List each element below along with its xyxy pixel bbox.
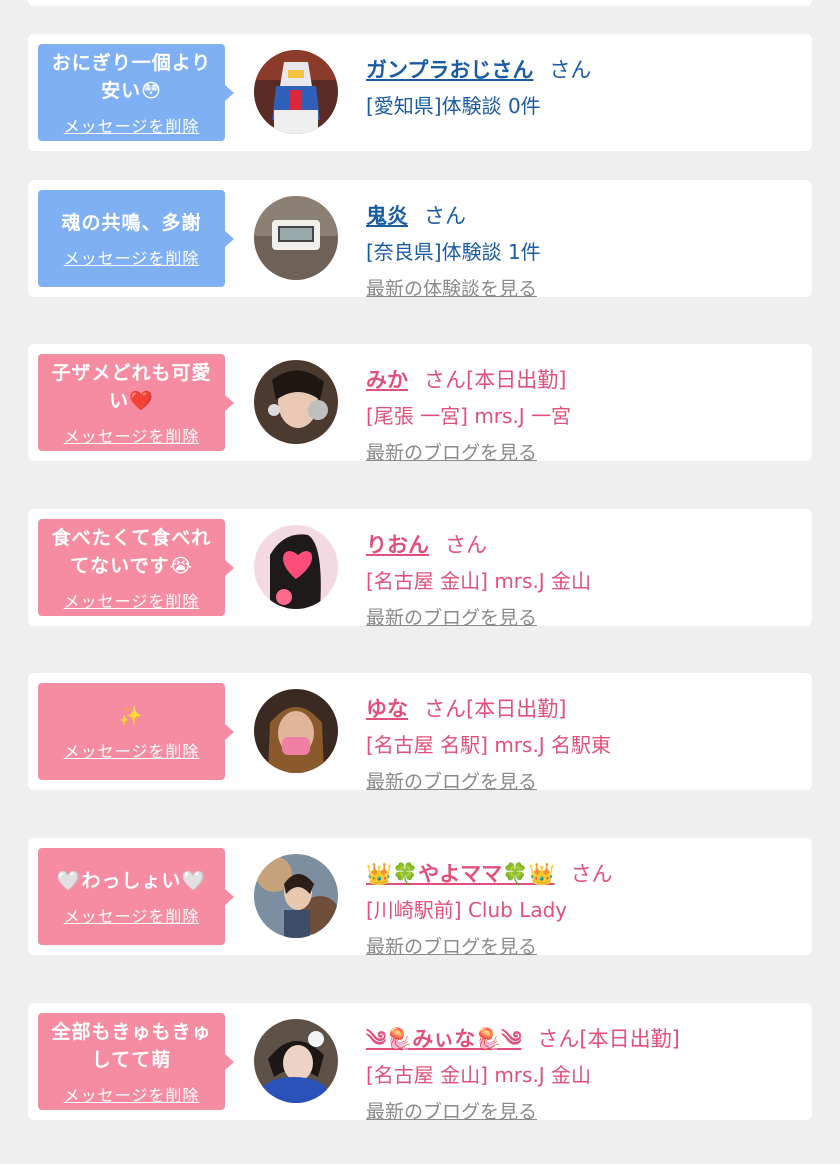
- user-info: ガンプラおじさん さん [愛知県]体験談 0件: [366, 56, 802, 120]
- user-suffix: さん: [424, 204, 466, 228]
- user-suffix: さん[本日出勤]: [537, 1027, 680, 1051]
- message-bubble: 🤍わっしょい🤍 メッセージを削除: [38, 848, 234, 945]
- message-text: 魂の共鳴、多謝: [61, 211, 202, 234]
- avatar[interactable]: [254, 1019, 338, 1103]
- user-detail: [尾張 一宮] mrs.J 一宮: [366, 404, 572, 428]
- message-text: おにぎり一個より安い😳: [51, 51, 212, 102]
- user-info: みか さん[本日出勤] [尾張 一宮] mrs.J 一宮 最新のブログを見る: [366, 366, 802, 466]
- avatar[interactable]: [254, 854, 338, 938]
- user-detail: [名古屋 金山] mrs.J 金山: [366, 1063, 592, 1087]
- user-info: 鬼炎 さん [奈良県]体験談 1件 最新の体験談を見る: [366, 202, 802, 302]
- delete-message-link[interactable]: メッセージを削除: [64, 588, 200, 612]
- previous-card-edge: [28, 0, 812, 6]
- delete-message-link[interactable]: メッセージを削除: [64, 903, 200, 927]
- message-bubble: 全部もきゅもきゅしてて萌 メッセージを削除: [38, 1013, 234, 1110]
- user-name-link[interactable]: ༄🪼みぃな🪼༄: [366, 1027, 521, 1051]
- message-card: 全部もきゅもきゅしてて萌 メッセージを削除 ༄🪼みぃな🪼༄ さん[本日出勤] [名…: [28, 1003, 812, 1123]
- user-suffix: さん[本日出勤]: [424, 368, 567, 392]
- message-card: 食べたくて食べれてないです😭 メッセージを削除 りおん さん [名古屋 金山] m…: [28, 509, 812, 629]
- latest-blog-link[interactable]: 最新のブログを見る: [366, 605, 802, 631]
- avatar[interactable]: [254, 50, 338, 134]
- message-text: 子ザメどれも可愛い❤️: [51, 361, 212, 412]
- user-name-link[interactable]: ゆな: [366, 697, 408, 721]
- user-detail: [名古屋 名駅] mrs.J 名駅東: [366, 733, 612, 757]
- message-card: 魂の共鳴、多謝 メッセージを削除 鬼炎 さん [奈良県]体験談 1件 最新の体験談…: [28, 180, 812, 300]
- latest-blog-link[interactable]: 最新のブログを見る: [366, 769, 802, 795]
- message-text: 食べたくて食べれてないです😭: [51, 526, 212, 577]
- user-info: 👑🍀やよママ🍀👑 さん [川崎駅前] Club Lady 最新のブログを見る: [366, 860, 802, 960]
- user-info: りおん さん [名古屋 金山] mrs.J 金山 最新のブログを見る: [366, 531, 802, 631]
- user-detail: [愛知県]体験談 0件: [366, 94, 541, 118]
- user-info: ༄🪼みぃな🪼༄ さん[本日出勤] [名古屋 金山] mrs.J 金山 最新のブログ…: [366, 1025, 802, 1125]
- message-card: 子ザメどれも可愛い❤️ メッセージを削除 みか さん[本日出勤] [尾張 一宮] …: [28, 344, 812, 464]
- message-card: おにぎり一個より安い😳 メッセージを削除 ガンプラおじさん さん [愛知県]体験談…: [28, 34, 812, 151]
- delete-message-link[interactable]: メッセージを削除: [64, 113, 200, 137]
- message-card: 🤍わっしょい🤍 メッセージを削除 👑🍀やよママ🍀👑 さん [川崎駅前] Club …: [28, 838, 812, 958]
- user-suffix: さん: [445, 533, 487, 557]
- message-text: 全部もきゅもきゅしてて萌: [51, 1020, 212, 1071]
- avatar[interactable]: [254, 689, 338, 773]
- user-name-link[interactable]: 鬼炎: [366, 204, 408, 228]
- message-bubble: ✨ メッセージを削除: [38, 683, 234, 780]
- latest-post-link[interactable]: 最新の体験談を見る: [366, 276, 802, 302]
- delete-message-link[interactable]: メッセージを削除: [64, 1082, 200, 1106]
- user-suffix: さん[本日出勤]: [424, 697, 567, 721]
- user-detail: [奈良県]体験談 1件: [366, 240, 541, 264]
- message-bubble: 子ザメどれも可愛い❤️ メッセージを削除: [38, 354, 234, 451]
- user-name-link[interactable]: ガンプラおじさん: [366, 58, 533, 82]
- delete-message-link[interactable]: メッセージを削除: [64, 245, 200, 269]
- user-suffix: さん: [570, 862, 613, 886]
- user-name-link[interactable]: りおん: [366, 533, 429, 557]
- user-detail: [名古屋 金山] mrs.J 金山: [366, 569, 592, 593]
- user-name-link[interactable]: みか: [366, 368, 408, 392]
- avatar[interactable]: [254, 360, 338, 444]
- avatar[interactable]: [254, 196, 338, 280]
- message-text: 🤍わっしょい🤍: [56, 869, 207, 892]
- message-bubble: 魂の共鳴、多謝 メッセージを削除: [38, 190, 234, 287]
- latest-blog-link[interactable]: 最新のブログを見る: [366, 440, 802, 466]
- user-name-link[interactable]: 👑🍀やよママ🍀👑: [366, 862, 555, 886]
- user-suffix: さん: [549, 58, 592, 82]
- delete-message-link[interactable]: メッセージを削除: [64, 423, 200, 447]
- latest-blog-link[interactable]: 最新のブログを見る: [366, 934, 802, 960]
- avatar[interactable]: [254, 525, 338, 609]
- latest-blog-link[interactable]: 最新のブログを見る: [366, 1099, 802, 1125]
- message-bubble: 食べたくて食べれてないです😭 メッセージを削除: [38, 519, 234, 616]
- delete-message-link[interactable]: メッセージを削除: [64, 738, 200, 762]
- message-text: ✨: [119, 704, 144, 727]
- user-info: ゆな さん[本日出勤] [名古屋 名駅] mrs.J 名駅東 最新のブログを見る: [366, 695, 802, 795]
- message-card: ✨ メッセージを削除 ゆな さん[本日出勤] [名古屋 名駅] mrs.J 名駅東…: [28, 673, 812, 793]
- user-detail: [川崎駅前] Club Lady: [366, 898, 568, 922]
- message-bubble: おにぎり一個より安い😳 メッセージを削除: [38, 44, 234, 141]
